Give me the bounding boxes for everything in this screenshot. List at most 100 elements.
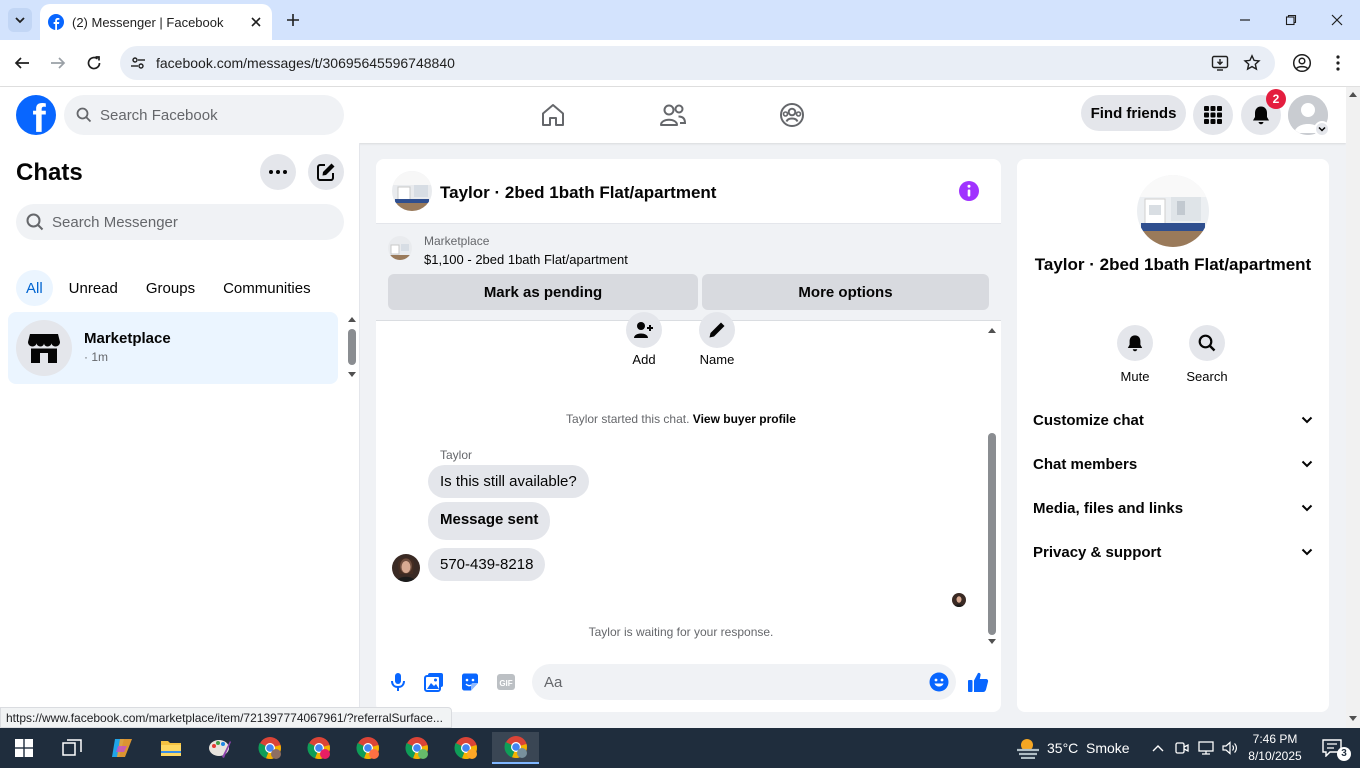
page-scrollbar[interactable] [1346, 87, 1360, 728]
weather-temperature[interactable]: 35°C [1047, 740, 1078, 756]
nav-home[interactable] [539, 101, 567, 129]
voice-clip-button[interactable] [387, 671, 409, 693]
browser-tab-bar: (2) Messenger | Facebook [0, 0, 1360, 40]
attach-photo-button[interactable] [423, 671, 445, 693]
browser-toolbar: facebook.com/messages/t/3069564559674884… [0, 40, 1360, 87]
add-people-action[interactable]: Add [614, 312, 674, 367]
volume-tray-button[interactable] [1218, 732, 1242, 764]
weather-widget-icon[interactable] [1008, 732, 1048, 764]
copilot-taskbar-icon[interactable] [102, 732, 142, 764]
chrome-taskbar-icon-4[interactable] [397, 732, 437, 764]
address-bar[interactable]: facebook.com/messages/t/3069564559674884… [120, 46, 1275, 80]
facebook-favicon-icon [48, 14, 64, 30]
listing-small-photo[interactable] [388, 236, 412, 260]
message-bubble[interactable]: Message sent [428, 502, 551, 540]
message-bubble[interactable]: Is this still available? [428, 465, 589, 498]
weather-description[interactable]: Smoke [1086, 740, 1130, 756]
maximize-button[interactable] [1268, 0, 1314, 40]
network-tray-button[interactable] [1194, 732, 1218, 764]
filter-unread[interactable]: Unread [53, 270, 134, 306]
facebook-search-input[interactable]: Search Facebook [64, 95, 344, 135]
minimize-button[interactable] [1222, 0, 1268, 40]
browser-menu-button[interactable] [1326, 51, 1350, 75]
forward-button[interactable] [46, 51, 70, 75]
customize-chat-section[interactable]: Customize chat [1017, 398, 1329, 442]
message-input[interactable] [544, 673, 904, 691]
install-app-button[interactable] [1208, 51, 1232, 75]
notification-center-button[interactable]: 3 [1312, 732, 1352, 764]
name-chat-circle[interactable] [699, 312, 735, 348]
chat-members-section[interactable]: Chat members [1017, 442, 1329, 486]
search-circle[interactable] [1189, 325, 1225, 361]
view-buyer-profile-link[interactable]: View buyer profile [693, 412, 796, 426]
chrome-taskbar-icon-active[interactable] [492, 732, 539, 764]
emoji-button[interactable] [928, 671, 950, 693]
name-chat-action[interactable]: Name [687, 312, 747, 367]
conversation-info-button[interactable] [958, 180, 980, 202]
chrome-taskbar-icon-5[interactable] [446, 732, 486, 764]
nav-groups[interactable] [778, 101, 806, 129]
chat-list-item[interactable]: Marketplace · 1m [8, 312, 338, 384]
profile-button[interactable] [1290, 51, 1314, 75]
listing-price-title[interactable]: $1,100 - 2bed 1bath Flat/apartment [424, 252, 628, 267]
windows-taskbar: 35°C Smoke 7:46 PM 8/10/2025 3 [0, 728, 1360, 768]
new-tab-button[interactable] [282, 9, 304, 31]
paint-taskbar-icon[interactable] [200, 732, 240, 764]
filter-groups[interactable]: Groups [134, 270, 207, 306]
find-friends-button[interactable]: Find friends [1081, 95, 1186, 131]
mute-circle[interactable] [1117, 325, 1153, 361]
chats-panel: Chats Search Messenger All Unread Groups… [0, 143, 360, 728]
gif-button[interactable]: GIF [495, 671, 517, 693]
system-clock[interactable]: 7:46 PM 8/10/2025 [1240, 731, 1310, 765]
bookmark-button[interactable] [1240, 51, 1264, 75]
nav-friends[interactable] [659, 101, 687, 129]
listing-thumbnail-image [388, 236, 412, 260]
filter-communities[interactable]: Communities [207, 270, 327, 306]
more-options-button[interactable]: More options [702, 274, 989, 310]
chrome-taskbar-icon-1[interactable] [250, 732, 290, 764]
chats-scroll-thumb[interactable] [348, 329, 356, 365]
chrome-taskbar-icon-3[interactable] [348, 732, 388, 764]
mute-action[interactable]: Mute [1103, 325, 1167, 384]
sender-avatar[interactable] [392, 554, 420, 582]
privacy-support-section[interactable]: Privacy & support [1017, 530, 1329, 574]
file-explorer-taskbar-icon[interactable] [151, 732, 191, 764]
browser-tab-messenger[interactable]: (2) Messenger | Facebook [40, 4, 272, 40]
search-in-conversation-action[interactable]: Search [1175, 325, 1239, 384]
info-listing-photo[interactable] [1137, 175, 1209, 247]
chat-info-panel: Taylor · 2bed 1bath Flat/apartment Mute … [1017, 159, 1329, 712]
new-message-button[interactable] [308, 154, 344, 190]
message-sender-name: Taylor [440, 448, 473, 462]
listing-photo[interactable] [392, 171, 432, 211]
site-settings-icon[interactable] [130, 55, 146, 71]
menu-button[interactable] [1193, 95, 1233, 135]
conversation-title[interactable]: Taylor · 2bed 1bath Flat/apartment [440, 183, 716, 203]
sticker-button[interactable] [459, 671, 481, 693]
message-bubble[interactable]: 570-439-8218 [428, 548, 546, 581]
mark-as-pending-button[interactable]: Mark as pending [388, 274, 698, 310]
send-like-button[interactable] [967, 671, 989, 693]
start-button[interactable] [4, 732, 44, 764]
chevron-up-icon [1152, 745, 1164, 752]
close-window-button[interactable] [1314, 0, 1360, 40]
filter-all[interactable]: All [16, 270, 53, 306]
account-menu-caret[interactable] [1314, 121, 1330, 137]
chats-scrollbar[interactable] [346, 315, 358, 379]
media-files-links-section[interactable]: Media, files and links [1017, 486, 1329, 530]
info-title: Taylor · 2bed 1bath Flat/apartment [1034, 255, 1312, 274]
add-people-circle[interactable] [626, 312, 662, 348]
tab-search-dropdown[interactable] [8, 8, 32, 32]
reload-icon [87, 56, 101, 70]
conversation-scroll-thumb[interactable] [988, 433, 996, 635]
facebook-logo[interactable]: f [16, 95, 56, 135]
meet-now-tray-button[interactable] [1170, 732, 1194, 764]
back-button[interactable] [10, 51, 34, 75]
microphone-icon [391, 673, 405, 691]
messenger-search-input[interactable]: Search Messenger [16, 204, 344, 240]
conversation-scrollbar[interactable] [985, 324, 999, 649]
close-tab-icon[interactable] [248, 14, 264, 30]
chats-options-button[interactable] [260, 154, 296, 190]
task-view-button[interactable] [52, 732, 92, 764]
chrome-taskbar-icon-2[interactable] [299, 732, 339, 764]
reload-button[interactable] [82, 51, 106, 75]
